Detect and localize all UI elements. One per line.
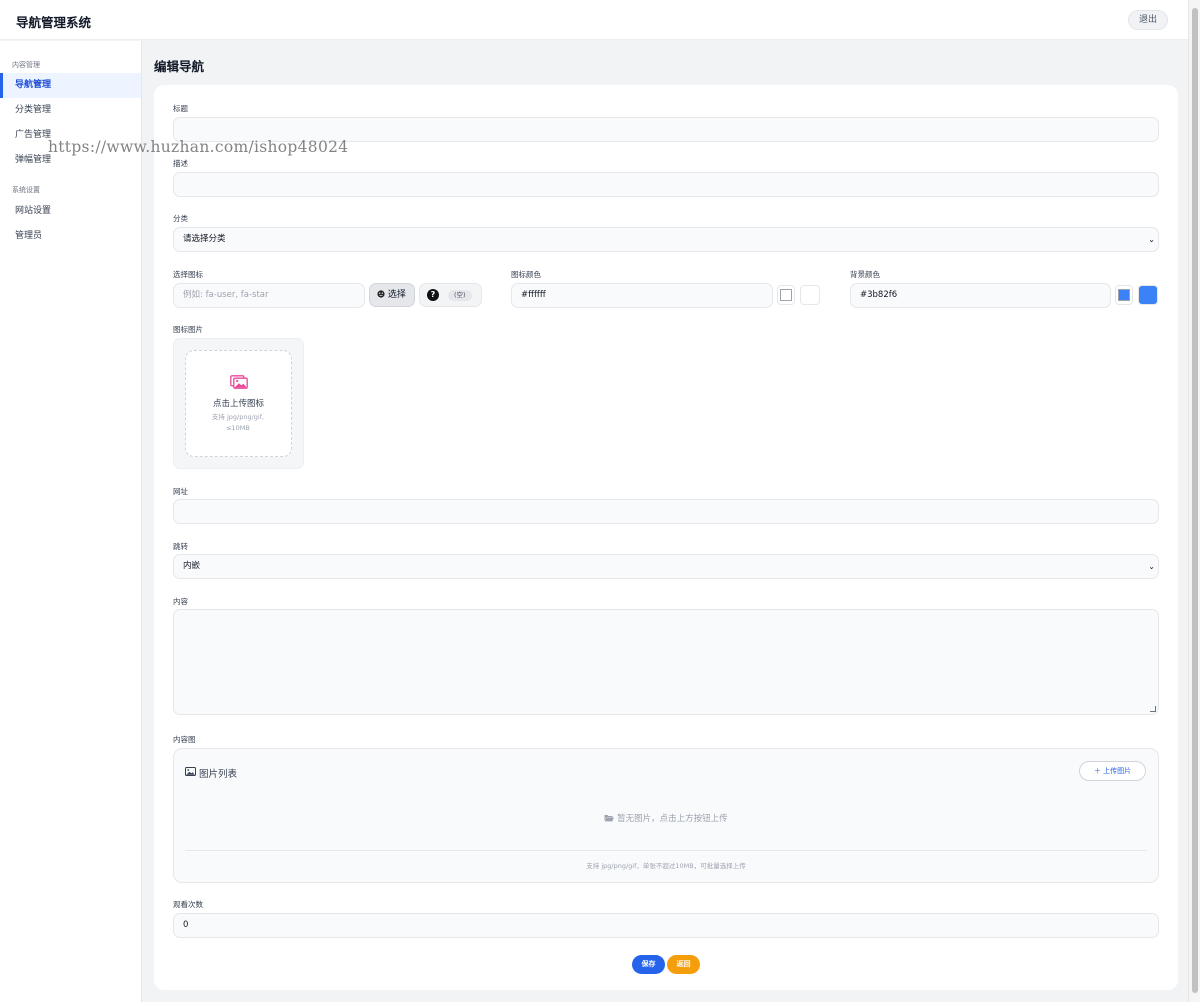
page-scrollbar[interactable]: [1188, 0, 1200, 1002]
desc-label: 描述: [173, 159, 188, 168]
upload-text: 点击上传图标: [212, 399, 264, 409]
icon-input[interactable]: 例如: fa-user, fa-star: [173, 283, 365, 308]
scrollbar-thumb[interactable]: [1192, 8, 1198, 993]
icon-color-input[interactable]: #ffffff: [511, 283, 773, 308]
gallery-hint: 支持 jpg/png/gif，单张不超过10MB，可批量选择上传: [586, 862, 746, 870]
sidebar-item-popup[interactable]: 弹幅管理: [0, 148, 141, 173]
upload-image-label: 上传图片: [1103, 767, 1132, 775]
gallery-empty-state: 暂无图片，点击上方按钮上传: [174, 812, 1158, 824]
sidebar-item-site-settings[interactable]: 网站设置: [0, 199, 141, 224]
images-icon: [230, 375, 248, 389]
title-input[interactable]: [173, 117, 1159, 142]
icon-color-label: 图标颜色: [511, 270, 541, 279]
back-button[interactable]: 返回: [667, 955, 700, 974]
top-bar: 导航管理系统 退出: [0, 0, 1188, 40]
gallery-title: 图片列表: [199, 769, 238, 780]
sidebar-item-category[interactable]: 分类管理: [0, 98, 141, 123]
url-input[interactable]: [173, 499, 1159, 524]
title-label: 标题: [173, 104, 188, 113]
plus-icon: ＋: [1093, 767, 1104, 775]
page-title: 编辑导航: [154, 59, 205, 74]
logout-button[interactable]: 退出: [1127, 10, 1168, 30]
icon-preview: ? (空): [419, 283, 482, 307]
icon-label: 选择图标: [173, 270, 203, 279]
bg-color-swatch: [1118, 289, 1130, 301]
resize-handle[interactable]: [1150, 706, 1156, 712]
content-label: 内容: [173, 597, 188, 606]
icon-select-button[interactable]: 选择: [369, 283, 415, 307]
sidebar: 内容管理 导航管理 分类管理 广告管理 弹幅管理 系统设置 网站设置 管理员: [0, 41, 142, 1002]
gallery-empty-text: 暂无图片，点击上方按钮上传: [617, 814, 728, 824]
smile-icon: [377, 290, 385, 298]
icon-upload-area: 点击上传图标 支持 jpg/png/gif, ≤10MB: [173, 338, 304, 469]
upload-image-button[interactable]: ＋ 上传图片: [1079, 761, 1146, 781]
icon-image-label: 图标图片: [173, 325, 203, 334]
views-label: 观看次数: [173, 900, 203, 909]
icon-select-label: 选择: [387, 290, 406, 300]
icon-upload-dropzone[interactable]: 点击上传图标 支持 jpg/png/gif, ≤10MB: [185, 350, 292, 457]
views-input[interactable]: 0: [173, 913, 1159, 938]
category-select[interactable]: 请选择分类 ⌄: [173, 227, 1159, 252]
url-label: 网址: [173, 487, 188, 496]
icon-color-swatch-wrap: [777, 285, 795, 305]
question-icon: ?: [427, 289, 439, 301]
bg-color-label: 背景颜色: [850, 270, 880, 279]
jump-select[interactable]: 内嵌 ⌄: [173, 554, 1159, 579]
icon-preview-empty: (空): [448, 290, 472, 301]
sidebar-item-nav[interactable]: 导航管理: [0, 73, 141, 98]
icon-color-swatch: [780, 289, 792, 301]
folder-open-icon: [604, 815, 615, 822]
icon-color-picker[interactable]: [800, 285, 820, 305]
content-images-label: 内容图: [173, 735, 196, 744]
app-title: 导航管理系统: [16, 15, 92, 30]
chevron-down-icon: ⌄: [1148, 562, 1155, 571]
content-textarea[interactable]: [173, 609, 1159, 715]
divider: [185, 850, 1147, 851]
sidebar-item-ads[interactable]: 广告管理: [0, 123, 141, 148]
bg-color-input[interactable]: #3b82f6: [850, 283, 1111, 308]
image-icon: [185, 767, 196, 776]
save-button[interactable]: 保存: [632, 955, 665, 974]
desc-input[interactable]: [173, 172, 1159, 197]
sidebar-group-system: 系统设置: [12, 186, 40, 194]
bg-color-swatch-wrap: [1115, 285, 1133, 305]
sidebar-item-admins[interactable]: 管理员: [0, 224, 141, 249]
bg-color-picker[interactable]: [1138, 285, 1158, 305]
sidebar-group-content: 内容管理: [12, 61, 40, 69]
chevron-down-icon: ⌄: [1148, 235, 1155, 244]
upload-hint: 支持 jpg/png/gif, ≤10MB: [211, 413, 265, 432]
category-select-value: 请选择分类: [183, 234, 226, 244]
jump-label: 跳转: [173, 542, 188, 551]
jump-select-value: 内嵌: [183, 561, 201, 571]
image-gallery: 图片列表 ＋ 上传图片 暂无图片，点击上方按钮上传 支持 jpg/png/gif…: [173, 748, 1159, 883]
category-label: 分类: [173, 214, 188, 223]
